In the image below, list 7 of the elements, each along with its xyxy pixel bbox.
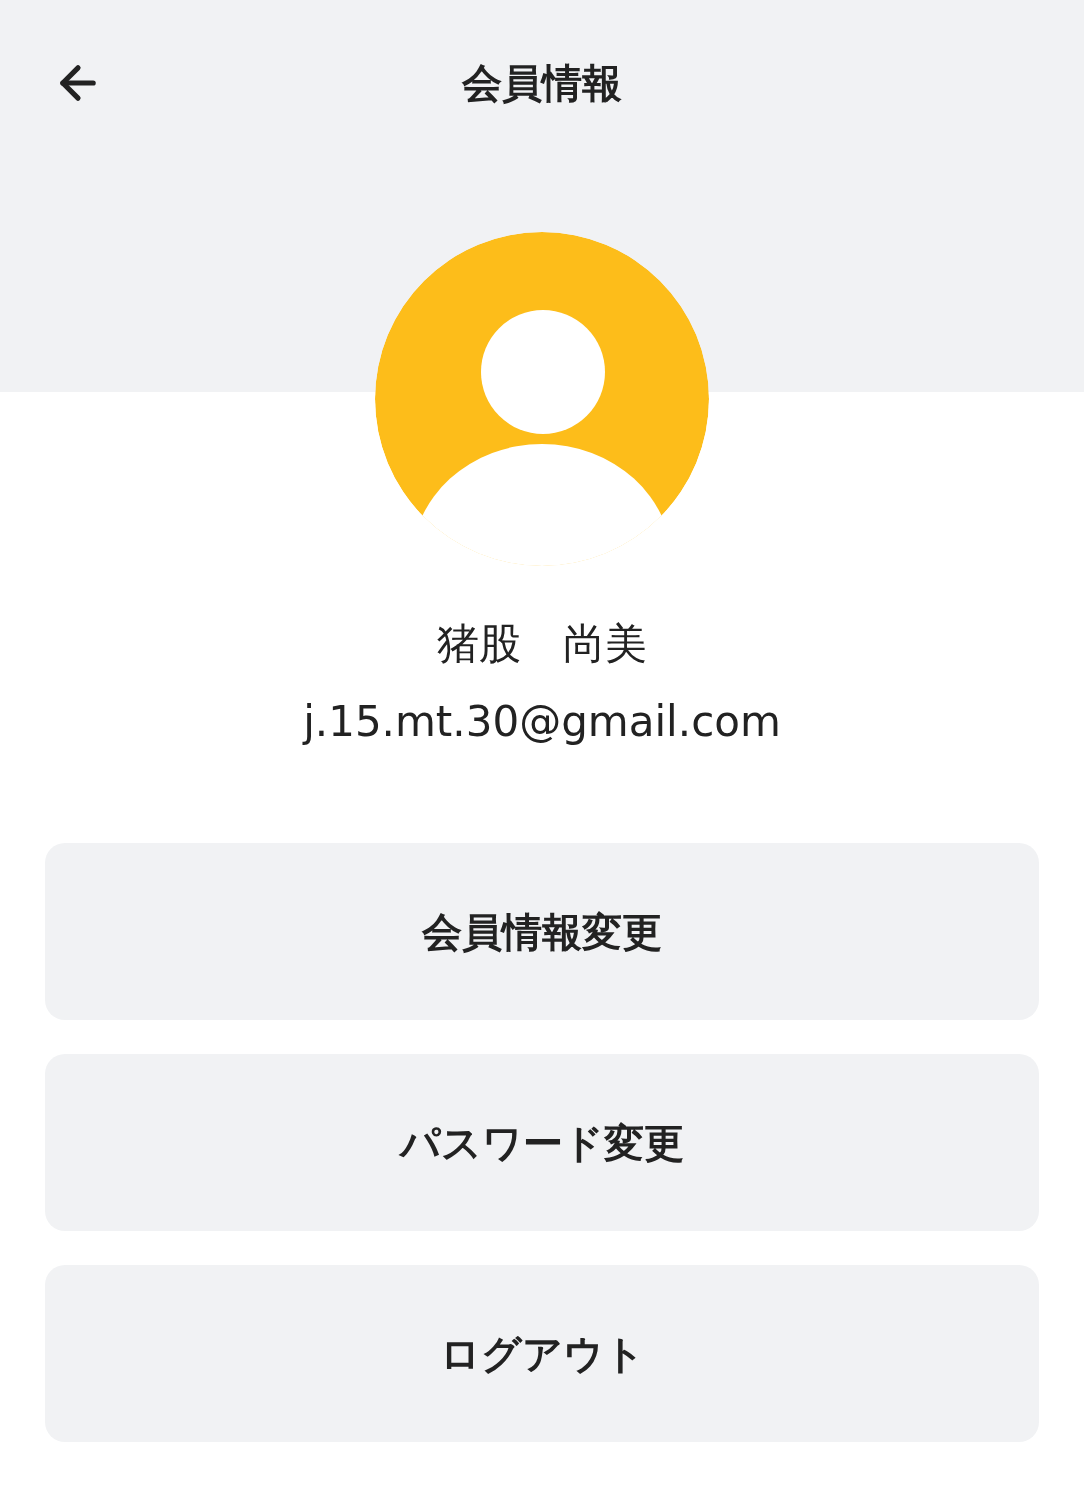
member-name: 猪股 尚美 [437,618,647,670]
member-email: j.15.mt.30@gmail.com [303,696,781,748]
menu-button[interactable]: パスワード変更 [45,1054,1039,1231]
menu-button[interactable]: 会員情報変更 [45,843,1039,1020]
page-title: 会員情報 [462,58,622,108]
user-avatar-icon [375,232,709,566]
menu-button[interactable]: ログアウト [45,1265,1039,1442]
